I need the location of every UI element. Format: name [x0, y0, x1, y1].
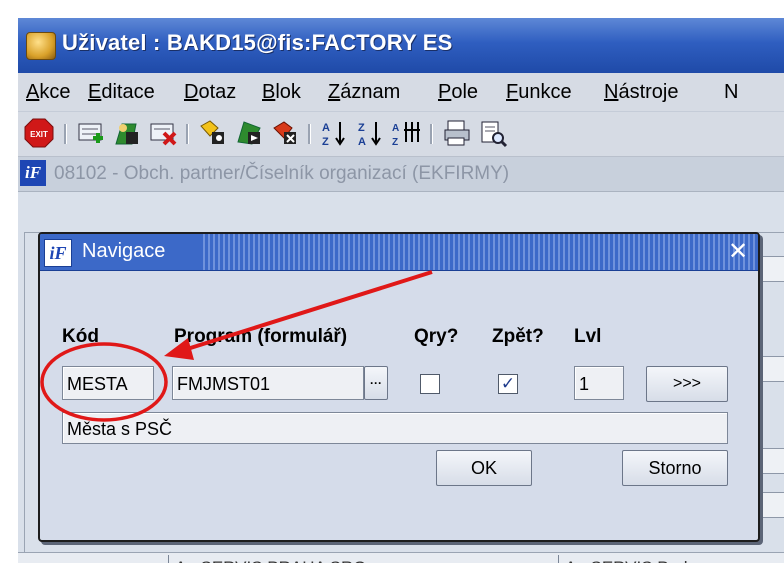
menu-pole-rest: ole — [451, 81, 479, 103]
execute-query-icon[interactable] — [234, 118, 264, 148]
more-button[interactable]: >>> — [646, 366, 728, 402]
form-title: 08102 - Obch. partner/Číselník organizac… — [54, 163, 510, 184]
app-icon — [26, 32, 56, 60]
row-cell-name[interactable]: A - SERVIS PRAHA SRO — [168, 555, 535, 563]
menu-dotaz[interactable]: Dotaz — [184, 81, 236, 104]
dialog-title: Navigace — [82, 240, 166, 262]
print-icon[interactable] — [442, 118, 472, 148]
program-field[interactable]: FMJMST01 — [172, 366, 364, 400]
svg-text:A: A — [392, 123, 399, 134]
svg-text:Z: Z — [358, 122, 365, 134]
menu-akce-accel: A — [26, 81, 40, 103]
form-logo: iF — [20, 160, 46, 186]
menu-zaznam-accel: Z — [328, 81, 341, 103]
description-field[interactable]: Města s PSČ — [62, 412, 728, 444]
toolbar: EXIT AZ ZA AZ — [18, 112, 784, 157]
menu-blok-rest: lok — [275, 81, 301, 103]
menu-blok-accel: B — [262, 81, 276, 103]
delete-record-icon[interactable] — [148, 118, 178, 148]
form-title-bar[interactable]: iF 08102 - Obch. partner/Číselník organi… — [18, 157, 784, 192]
enter-query-icon[interactable] — [198, 118, 228, 148]
dialog-title-bar[interactable]: iF Navigace ✕ — [40, 234, 758, 271]
menu-funkce-rest: unkce — [518, 81, 572, 103]
svg-text:A: A — [358, 136, 366, 148]
exit-icon[interactable]: EXIT — [24, 118, 54, 148]
svg-text:Z: Z — [322, 136, 329, 148]
menu-nastroje[interactable]: Nástroje — [604, 81, 678, 104]
menu-dotaz-rest: otaz — [198, 81, 237, 103]
table-row[interactable]: A - SERVIS PRAHA SRO A - SERVIS Praha, s… — [18, 552, 784, 563]
menu-nastroje-accel: N — [604, 81, 619, 103]
lvl-label: Lvl — [574, 326, 602, 347]
menu-nastroje-rest: ástroje — [618, 81, 679, 103]
menu-editace[interactable]: Editace — [88, 81, 155, 104]
kod-field[interactable]: MESTA — [62, 366, 154, 400]
print-preview-icon[interactable] — [478, 118, 508, 148]
toolbar-separator — [430, 124, 433, 144]
sort-multi-icon[interactable]: AZ — [392, 118, 422, 148]
toolbar-separator — [308, 124, 311, 144]
menu-akce-rest: kce — [39, 81, 71, 103]
menu-blok[interactable]: Blok — [262, 81, 301, 104]
menu-more-label: N — [724, 81, 739, 103]
lov-button[interactable]: ··· — [364, 366, 388, 400]
new-record-icon[interactable] — [112, 118, 142, 148]
menu-editace-accel: E — [88, 81, 102, 103]
cancel-query-icon[interactable] — [270, 118, 300, 148]
svg-text:Z: Z — [392, 137, 398, 148]
kod-label: Kód — [62, 326, 99, 347]
qry-label: Qry? — [414, 326, 459, 347]
program-label: Program (formulář) — [174, 326, 348, 347]
title-bar[interactable]: Uživatel : BAKD15@fis:FACTORY ES — [18, 18, 784, 73]
menu-funkce[interactable]: Funkce — [506, 81, 572, 104]
svg-text:A: A — [322, 122, 330, 134]
menu-dotaz-accel: D — [184, 81, 199, 103]
menu-pole[interactable]: Pole — [438, 81, 478, 104]
ok-button[interactable]: OK — [436, 450, 532, 486]
menu-zaznam-rest: áznam — [340, 81, 401, 103]
dialog-logo: iF — [44, 239, 72, 267]
toolbar-separator — [64, 124, 67, 144]
qry-checkbox[interactable] — [420, 374, 440, 394]
menu-more[interactable]: N — [724, 81, 738, 104]
close-icon[interactable]: ✕ — [724, 237, 752, 265]
exit-label: EXIT — [30, 130, 48, 139]
cancel-button[interactable]: Storno — [622, 450, 728, 486]
sort-desc-icon[interactable]: ZA — [356, 118, 386, 148]
check-icon: ✓ — [500, 374, 516, 394]
menu-akce[interactable]: Akce — [26, 81, 70, 104]
toolbar-separator — [186, 124, 189, 144]
navigation-dialog: iF Navigace ✕ Kód Program (formulář) Qry… — [38, 232, 760, 542]
insert-record-icon[interactable] — [76, 118, 106, 148]
menu-pole-accel: P — [438, 81, 452, 103]
lvl-field[interactable]: 1 — [574, 366, 624, 400]
menu-zaznam[interactable]: Záznam — [328, 81, 400, 104]
row-cell-description[interactable]: A - SERVIS Praha, spo — [558, 555, 784, 563]
menu-bar: Akce Editace Dotaz Blok Záznam Pole Funk… — [18, 73, 784, 112]
menu-editace-rest: ditace — [101, 81, 155, 103]
zpet-checkbox[interactable]: ✓ — [498, 374, 518, 394]
zpet-label: Zpět? — [492, 326, 544, 347]
sort-asc-icon[interactable]: AZ — [320, 118, 350, 148]
window-title: Uživatel : BAKD15@fis:FACTORY ES — [62, 30, 453, 55]
menu-funkce-accel: F — [506, 81, 519, 103]
